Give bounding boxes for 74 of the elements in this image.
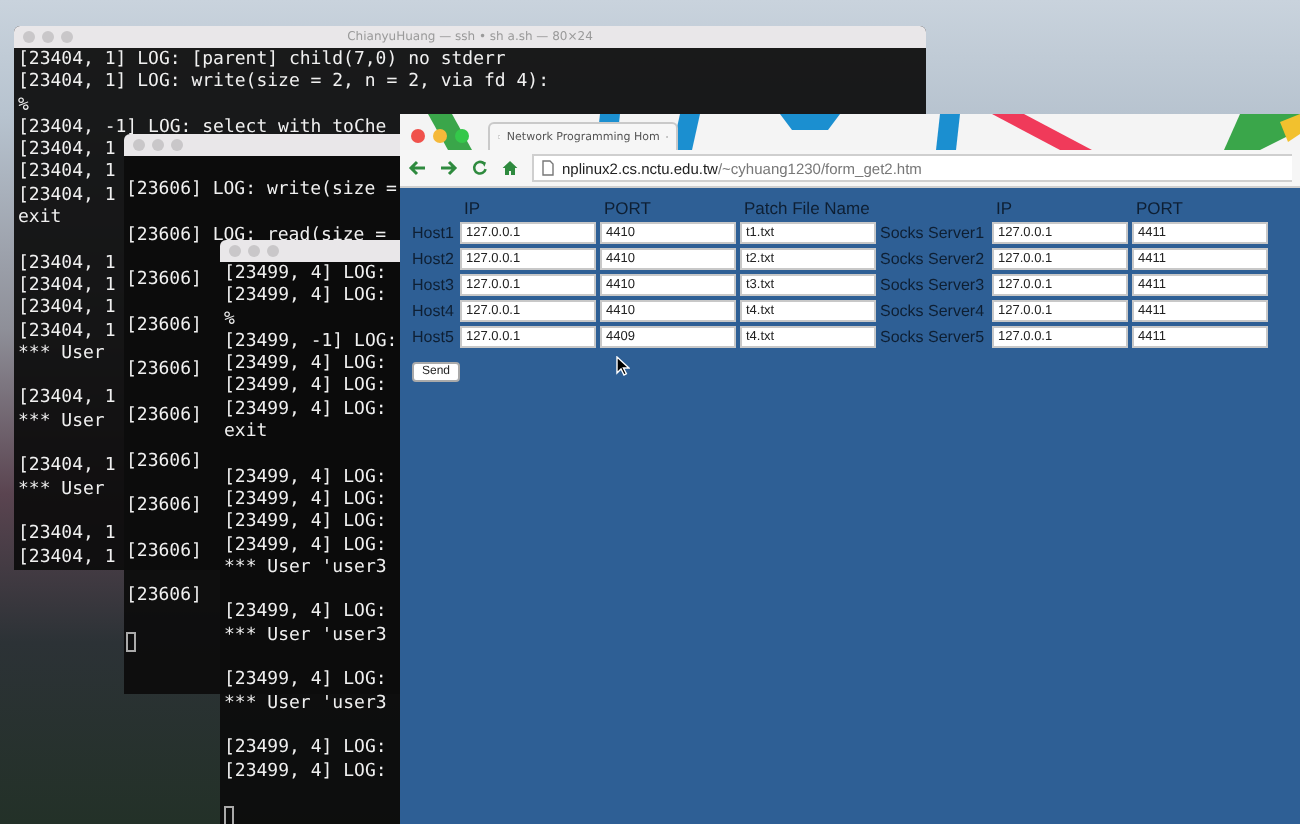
terminal-line: [23404, 1 bbox=[18, 275, 116, 298]
terminal-line: [23606] bbox=[126, 315, 202, 339]
column-header: IP bbox=[994, 198, 1015, 218]
terminal-line: [23404, 1 bbox=[18, 298, 116, 322]
terminal-line: [23404, 1 bbox=[18, 253, 116, 276]
terminal-line: [23404, 1 bbox=[18, 524, 116, 548]
terminal-line: *** User 'user3 bbox=[224, 625, 387, 649]
terminal-line: [23499, 4] LOG: bbox=[224, 602, 387, 626]
column-header: Patch File Name bbox=[742, 198, 872, 218]
window-controls-icon bbox=[22, 30, 74, 44]
terminal-line: [23606] bbox=[126, 496, 202, 519]
terminal-line: [23499, 4] LOG: bbox=[224, 399, 387, 422]
terminal-line: [23404, 1 bbox=[18, 185, 116, 208]
terminal-line: [23404, 1 bbox=[18, 162, 116, 186]
row-label: Socks Server4 bbox=[880, 302, 987, 320]
terminal-line: [23499, 4] LOG: bbox=[224, 761, 387, 784]
terminal-line: [23404, 1 bbox=[18, 456, 116, 480]
terminal-line: [23499, 4] LOG: bbox=[224, 286, 387, 310]
terminal-line: [23499, 4] LOG: bbox=[224, 535, 387, 558]
terminal-line: [23606] bbox=[126, 451, 202, 474]
terminal-line: [23606] bbox=[126, 270, 202, 293]
row-label: Socks Server1 bbox=[880, 224, 987, 242]
column-header: IP bbox=[462, 198, 483, 218]
mouse-pointer-icon bbox=[616, 356, 630, 376]
row-label: Socks Server3 bbox=[880, 276, 987, 294]
terminal-line: [23499, 4] LOG: bbox=[224, 489, 387, 512]
terminal-line: [23499, 4] LOG: bbox=[224, 354, 387, 376]
row-label: Host4 bbox=[412, 302, 456, 320]
terminal-line: % bbox=[224, 309, 235, 332]
terminal-line: [23499, 4] LOG: bbox=[224, 467, 387, 490]
window-controls-icon bbox=[132, 138, 184, 152]
window-controls-icon bbox=[228, 244, 280, 258]
terminal-line: [23404, 1] LOG: [parent] child(7,0) no stderr bbox=[18, 50, 506, 72]
forward-arrow-icon[interactable] bbox=[440, 160, 458, 176]
terminal-line: % bbox=[18, 95, 29, 118]
terminal-line: [23499, 4] LOG: bbox=[224, 512, 387, 536]
terminal-line: *** User bbox=[18, 479, 105, 502]
row-label: Host1 bbox=[412, 224, 456, 242]
reload-icon[interactable] bbox=[472, 160, 488, 176]
terminal-line: [23404, 1] LOG: write(size = 2, n = 2, via fd 4): bbox=[18, 72, 550, 96]
terminal-line: *** User bbox=[18, 411, 105, 435]
terminal-line: [23606] LOG: read(size = bbox=[126, 225, 387, 248]
terminal-line: [23606] bbox=[126, 586, 202, 610]
terminal-line: [23404, -1] LOG: select with toChe bbox=[18, 117, 387, 140]
column-header: PORT bbox=[1134, 198, 1185, 218]
terminal-line: [23499, 4] LOG: bbox=[224, 738, 387, 762]
terminal-line: *** User bbox=[18, 343, 105, 367]
text-cursor-icon bbox=[126, 631, 136, 652]
terminal-line: [23404, 1 bbox=[18, 321, 116, 344]
terminal-line: exit bbox=[18, 208, 62, 231]
terminal-line: [23404, 1 bbox=[18, 547, 116, 570]
terminal-line: [23606] bbox=[126, 541, 202, 565]
home-icon[interactable] bbox=[502, 160, 518, 176]
row-label: Host2 bbox=[412, 250, 456, 268]
terminal-line: *** User 'user3 bbox=[224, 557, 387, 581]
row-label: Host5 bbox=[412, 328, 456, 346]
terminal-line: [23606] LOG: write(size = bbox=[126, 180, 397, 203]
terminal-line: [23404, 1 bbox=[18, 388, 116, 412]
terminal-line: [23606] bbox=[126, 405, 202, 429]
terminal-line: [23404, 1 bbox=[18, 140, 116, 162]
terminal-line: [23499, 4] LOG: bbox=[224, 264, 387, 286]
terminal-line: *** User 'user3 bbox=[224, 693, 387, 716]
row-label: Host3 bbox=[412, 276, 456, 294]
text-cursor-icon bbox=[224, 806, 234, 824]
terminal-line: [23606] bbox=[126, 360, 202, 384]
terminal-line: [23499, 4] LOG: bbox=[224, 670, 387, 694]
row-label: Socks Server5 bbox=[880, 328, 987, 346]
terminal-line: [23499, 4] LOG: bbox=[224, 376, 387, 400]
window-controls-icon[interactable] bbox=[410, 128, 474, 144]
back-arrow-icon[interactable] bbox=[408, 160, 426, 176]
row-label: Socks Server2 bbox=[880, 250, 987, 268]
terminal-line: [23499, -1] LOG: bbox=[224, 331, 398, 354]
terminal-line: exit bbox=[224, 422, 268, 445]
column-header: PORT bbox=[602, 198, 653, 218]
